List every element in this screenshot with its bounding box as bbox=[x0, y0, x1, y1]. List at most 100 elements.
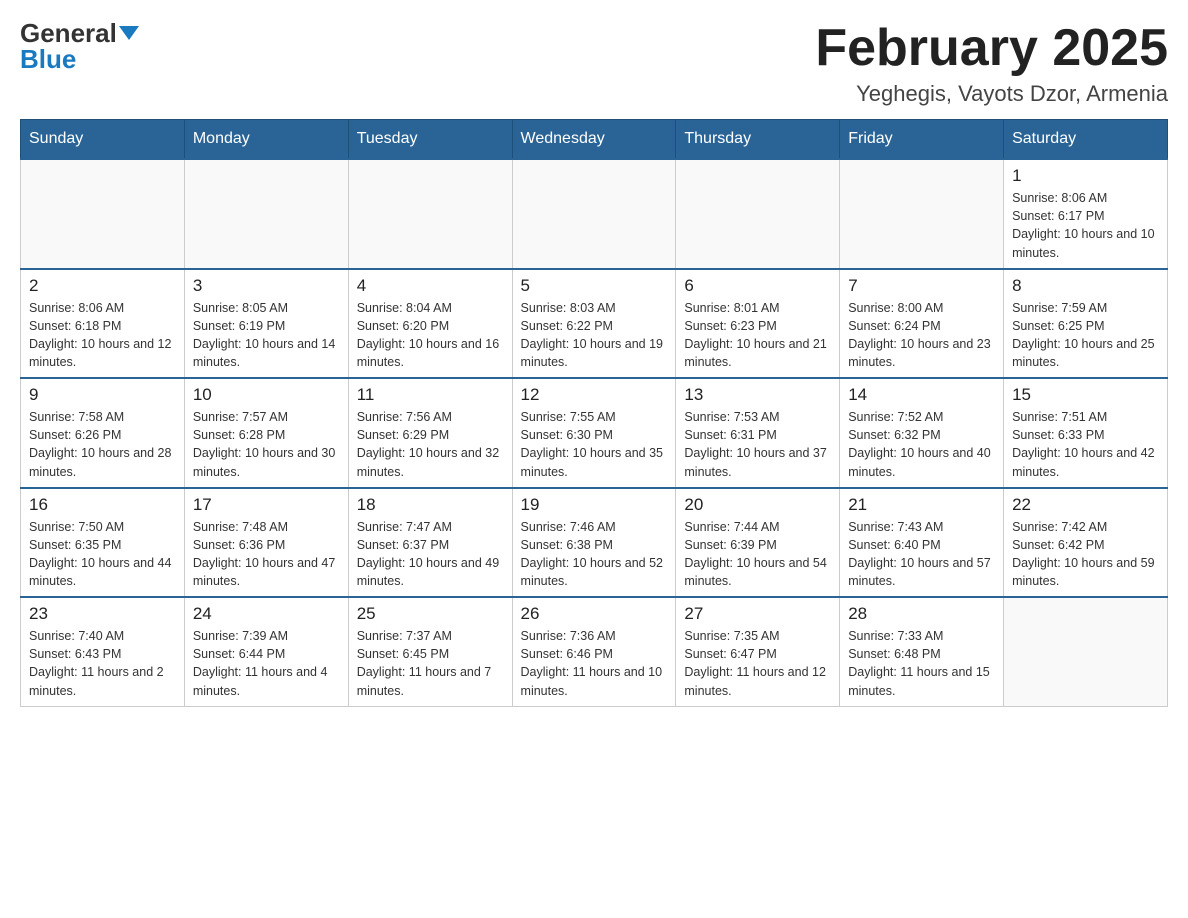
day-info: Sunrise: 7:57 AMSunset: 6:28 PMDaylight:… bbox=[193, 408, 340, 481]
day-info: Sunrise: 7:44 AMSunset: 6:39 PMDaylight:… bbox=[684, 518, 831, 591]
calendar-cell: 20 Sunrise: 7:44 AMSunset: 6:39 PMDayligh… bbox=[676, 488, 840, 598]
day-number: 11 bbox=[357, 385, 504, 405]
day-info: Sunrise: 7:35 AMSunset: 6:47 PMDaylight:… bbox=[684, 627, 831, 700]
day-info: Sunrise: 7:48 AMSunset: 6:36 PMDaylight:… bbox=[193, 518, 340, 591]
day-number: 4 bbox=[357, 276, 504, 296]
day-info: Sunrise: 8:06 AMSunset: 6:17 PMDaylight:… bbox=[1012, 189, 1159, 262]
day-number: 9 bbox=[29, 385, 176, 405]
calendar-cell: 25Sunrise: 7:37 AMSunset: 6:45 PMDayligh… bbox=[348, 597, 512, 706]
calendar-cell: 9 Sunrise: 7:58 AMSunset: 6:26 PMDaylight… bbox=[21, 378, 185, 488]
day-info: Sunrise: 7:58 AMSunset: 6:26 PMDaylight:… bbox=[29, 408, 176, 481]
calendar-table: SundayMondayTuesdayWednesdayThursdayFrid… bbox=[20, 119, 1168, 707]
day-info: Sunrise: 7:50 AMSunset: 6:35 PMDaylight:… bbox=[29, 518, 176, 591]
day-number: 19 bbox=[521, 495, 668, 515]
calendar-cell: 24 Sunrise: 7:39 AMSunset: 6:44 PMDayligh… bbox=[184, 597, 348, 706]
logo-arrow-icon bbox=[119, 26, 139, 40]
calendar-cell: 14 Sunrise: 7:52 AMSunset: 6:32 PMDayligh… bbox=[840, 378, 1004, 488]
calendar-cell bbox=[1004, 597, 1168, 706]
day-info: Sunrise: 7:56 AMSunset: 6:29 PMDaylight:… bbox=[357, 408, 504, 481]
calendar-cell: 15 Sunrise: 7:51 AMSunset: 6:33 PMDayligh… bbox=[1004, 378, 1168, 488]
calendar-cell: 12 Sunrise: 7:55 AMSunset: 6:30 PMDayligh… bbox=[512, 378, 676, 488]
calendar-cell: 2Sunrise: 8:06 AMSunset: 6:18 PMDaylight… bbox=[21, 269, 185, 379]
calendar-cell: 6 Sunrise: 8:01 AMSunset: 6:23 PMDaylight… bbox=[676, 269, 840, 379]
day-number: 1 bbox=[1012, 166, 1159, 186]
calendar-cell: 17 Sunrise: 7:48 AMSunset: 6:36 PMDayligh… bbox=[184, 488, 348, 598]
week-row-2: 2Sunrise: 8:06 AMSunset: 6:18 PMDaylight… bbox=[21, 269, 1168, 379]
weekday-header-tuesday: Tuesday bbox=[348, 120, 512, 160]
weekday-header-sunday: Sunday bbox=[21, 120, 185, 160]
calendar-cell bbox=[512, 159, 676, 269]
day-number: 8 bbox=[1012, 276, 1159, 296]
day-number: 21 bbox=[848, 495, 995, 515]
day-number: 17 bbox=[193, 495, 340, 515]
calendar-cell: 8 Sunrise: 7:59 AMSunset: 6:25 PMDaylight… bbox=[1004, 269, 1168, 379]
calendar-cell: 5 Sunrise: 8:03 AMSunset: 6:22 PMDaylight… bbox=[512, 269, 676, 379]
calendar-cell: 3 Sunrise: 8:05 AMSunset: 6:19 PMDaylight… bbox=[184, 269, 348, 379]
calendar-cell: 19Sunrise: 7:46 AMSunset: 6:38 PMDayligh… bbox=[512, 488, 676, 598]
weekday-header-friday: Friday bbox=[840, 120, 1004, 160]
calendar-cell: 26Sunrise: 7:36 AMSunset: 6:46 PMDayligh… bbox=[512, 597, 676, 706]
calendar-cell: 23 Sunrise: 7:40 AMSunset: 6:43 PMDayligh… bbox=[21, 597, 185, 706]
calendar-cell: 21 Sunrise: 7:43 AMSunset: 6:40 PMDayligh… bbox=[840, 488, 1004, 598]
day-number: 20 bbox=[684, 495, 831, 515]
week-row-1: 1 Sunrise: 8:06 AMSunset: 6:17 PMDaylight… bbox=[21, 159, 1168, 269]
week-row-4: 16 Sunrise: 7:50 AMSunset: 6:35 PMDayligh… bbox=[21, 488, 1168, 598]
day-number: 24 bbox=[193, 604, 340, 624]
month-title: February 2025 bbox=[815, 20, 1168, 77]
day-number: 3 bbox=[193, 276, 340, 296]
calendar-cell: 10 Sunrise: 7:57 AMSunset: 6:28 PMDayligh… bbox=[184, 378, 348, 488]
calendar-cell: 11 Sunrise: 7:56 AMSunset: 6:29 PMDayligh… bbox=[348, 378, 512, 488]
calendar-cell: 4 Sunrise: 8:04 AMSunset: 6:20 PMDaylight… bbox=[348, 269, 512, 379]
day-number: 10 bbox=[193, 385, 340, 405]
calendar-cell: 18Sunrise: 7:47 AMSunset: 6:37 PMDayligh… bbox=[348, 488, 512, 598]
day-number: 18 bbox=[357, 495, 504, 515]
day-number: 2 bbox=[29, 276, 176, 296]
weekday-header-wednesday: Wednesday bbox=[512, 120, 676, 160]
day-number: 15 bbox=[1012, 385, 1159, 405]
week-row-5: 23 Sunrise: 7:40 AMSunset: 6:43 PMDayligh… bbox=[21, 597, 1168, 706]
day-info: Sunrise: 7:43 AMSunset: 6:40 PMDaylight:… bbox=[848, 518, 995, 591]
day-info: Sunrise: 7:42 AMSunset: 6:42 PMDaylight:… bbox=[1012, 518, 1159, 591]
day-info: Sunrise: 7:55 AMSunset: 6:30 PMDaylight:… bbox=[521, 408, 668, 481]
calendar-cell: 7 Sunrise: 8:00 AMSunset: 6:24 PMDaylight… bbox=[840, 269, 1004, 379]
calendar-cell: 1 Sunrise: 8:06 AMSunset: 6:17 PMDaylight… bbox=[1004, 159, 1168, 269]
day-info: Sunrise: 8:01 AMSunset: 6:23 PMDaylight:… bbox=[684, 299, 831, 372]
day-number: 22 bbox=[1012, 495, 1159, 515]
logo-blue-text: Blue bbox=[20, 46, 76, 72]
calendar-cell bbox=[840, 159, 1004, 269]
day-info: Sunrise: 8:03 AMSunset: 6:22 PMDaylight:… bbox=[521, 299, 668, 372]
day-number: 26 bbox=[521, 604, 668, 624]
calendar-cell: 28Sunrise: 7:33 AMSunset: 6:48 PMDayligh… bbox=[840, 597, 1004, 706]
day-info: Sunrise: 8:05 AMSunset: 6:19 PMDaylight:… bbox=[193, 299, 340, 372]
day-number: 16 bbox=[29, 495, 176, 515]
day-info: Sunrise: 7:40 AMSunset: 6:43 PMDaylight:… bbox=[29, 627, 176, 700]
day-info: Sunrise: 7:51 AMSunset: 6:33 PMDaylight:… bbox=[1012, 408, 1159, 481]
calendar-cell bbox=[676, 159, 840, 269]
day-info: Sunrise: 7:53 AMSunset: 6:31 PMDaylight:… bbox=[684, 408, 831, 481]
calendar-cell: 16 Sunrise: 7:50 AMSunset: 6:35 PMDayligh… bbox=[21, 488, 185, 598]
calendar-cell bbox=[21, 159, 185, 269]
day-number: 23 bbox=[29, 604, 176, 624]
day-number: 25 bbox=[357, 604, 504, 624]
day-number: 7 bbox=[848, 276, 995, 296]
weekday-header-monday: Monday bbox=[184, 120, 348, 160]
page-header: General Blue February 2025 Yeghegis, Vay… bbox=[20, 20, 1168, 107]
calendar-cell: 27Sunrise: 7:35 AMSunset: 6:47 PMDayligh… bbox=[676, 597, 840, 706]
weekday-header-row: SundayMondayTuesdayWednesdayThursdayFrid… bbox=[21, 120, 1168, 160]
day-info: Sunrise: 7:52 AMSunset: 6:32 PMDaylight:… bbox=[848, 408, 995, 481]
day-info: Sunrise: 8:04 AMSunset: 6:20 PMDaylight:… bbox=[357, 299, 504, 372]
day-info: Sunrise: 7:39 AMSunset: 6:44 PMDaylight:… bbox=[193, 627, 340, 700]
calendar-cell bbox=[184, 159, 348, 269]
day-number: 12 bbox=[521, 385, 668, 405]
day-number: 14 bbox=[848, 385, 995, 405]
calendar-cell: 22 Sunrise: 7:42 AMSunset: 6:42 PMDayligh… bbox=[1004, 488, 1168, 598]
weekday-header-saturday: Saturday bbox=[1004, 120, 1168, 160]
day-info: Sunrise: 7:59 AMSunset: 6:25 PMDaylight:… bbox=[1012, 299, 1159, 372]
day-info: Sunrise: 7:33 AMSunset: 6:48 PMDaylight:… bbox=[848, 627, 995, 700]
location-title: Yeghegis, Vayots Dzor, Armenia bbox=[815, 81, 1168, 107]
logo: General Blue bbox=[20, 20, 139, 72]
day-number: 5 bbox=[521, 276, 668, 296]
day-number: 6 bbox=[684, 276, 831, 296]
day-info: Sunrise: 8:00 AMSunset: 6:24 PMDaylight:… bbox=[848, 299, 995, 372]
week-row-3: 9 Sunrise: 7:58 AMSunset: 6:26 PMDaylight… bbox=[21, 378, 1168, 488]
